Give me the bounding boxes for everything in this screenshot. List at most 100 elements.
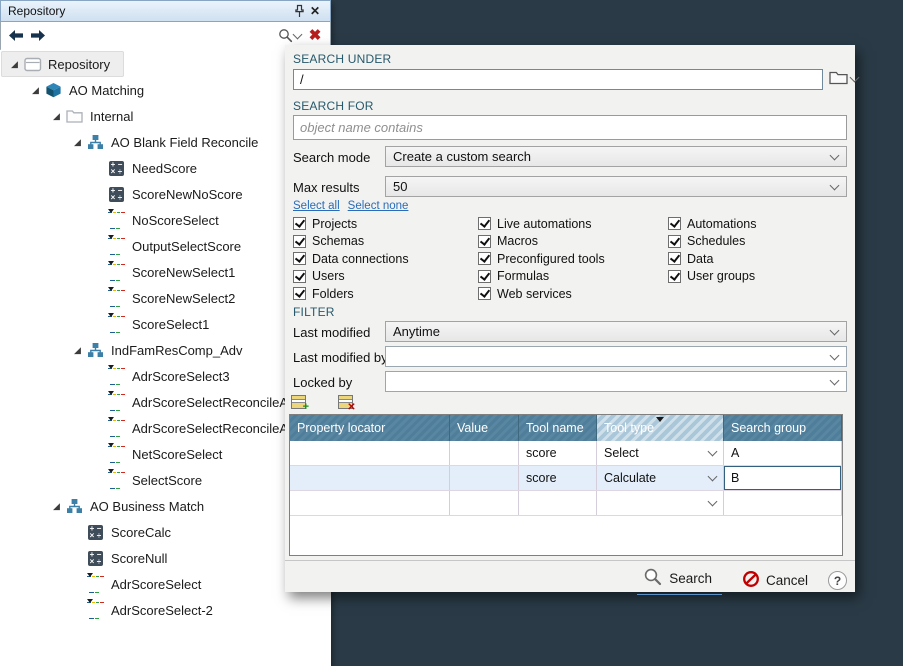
expander-icon[interactable]: ◢ [28, 85, 43, 96]
checkbox-user-groups[interactable]: User groups [668, 268, 756, 286]
expander-icon[interactable]: ◢ [49, 111, 64, 122]
search-for-input[interactable] [293, 115, 847, 140]
tree-item-selectscore[interactable]: SelectScore [1, 467, 216, 493]
checked-checkbox-icon[interactable] [478, 287, 491, 300]
checkbox-schedules[interactable]: Schedules [668, 233, 756, 251]
tree-item-indfamrescomp-adv[interactable]: ◢IndFamResComp_Adv [1, 337, 257, 363]
select-none-link[interactable]: Select none [348, 200, 409, 212]
tree-item-adrscoreselect[interactable]: AdrScoreSelect [1, 571, 215, 597]
checked-checkbox-icon[interactable] [668, 217, 681, 230]
tree-item-internal[interactable]: ◢Internal [1, 103, 147, 129]
tree-item-adrscoreselect3[interactable]: AdrScoreSelect3 [1, 363, 244, 389]
tree-item-needscore[interactable]: +−×÷NeedScore [1, 155, 211, 181]
tree-item-scorenull[interactable]: +−×÷ScoreNull [1, 545, 181, 571]
add-row-icon[interactable]: + [291, 395, 306, 409]
locked-by-select[interactable] [385, 371, 847, 392]
last-modified-by-select[interactable] [385, 346, 847, 367]
checkbox-live-automations[interactable]: Live automations [478, 215, 605, 233]
select-all-link[interactable]: Select all [293, 200, 340, 212]
last-modified-select[interactable]: Anytime [385, 321, 847, 342]
column-header-value[interactable]: Value [450, 415, 519, 441]
cell-tool-type[interactable]: Calculate [597, 466, 724, 490]
cell-property-locator[interactable] [290, 466, 450, 490]
checked-checkbox-icon[interactable] [478, 270, 491, 283]
checkbox-formulas[interactable]: Formulas [478, 268, 605, 286]
checkbox-macros[interactable]: Macros [478, 233, 605, 251]
tree-item-adrscoreselectreconcileapt[interactable]: AdrScoreSelectReconcileApt [1, 389, 313, 415]
cell-value[interactable] [450, 466, 519, 490]
table-row[interactable] [290, 491, 842, 516]
tree-item-scorenewselect1[interactable]: ScoreNewSelect1 [1, 259, 249, 285]
tree-item-adrscoreselectreconcileapt2[interactable]: AdrScoreSelectReconcileApt2 [1, 415, 320, 441]
search-under-input[interactable] [293, 69, 823, 90]
cell-tool-type[interactable]: Select [597, 441, 724, 465]
cell-value[interactable] [450, 491, 519, 515]
column-header-search-group[interactable]: Search group [724, 415, 842, 441]
checked-checkbox-icon[interactable] [478, 252, 491, 265]
checked-checkbox-icon[interactable] [668, 235, 681, 248]
expander-icon[interactable]: ◢ [70, 345, 85, 356]
browse-folder-button[interactable] [829, 70, 858, 88]
checkbox-users[interactable]: Users [293, 268, 409, 286]
checked-checkbox-icon[interactable] [293, 252, 306, 265]
cancel-button[interactable]: Cancel [742, 570, 808, 591]
cell-search-group[interactable]: A [724, 441, 842, 465]
checkbox-preconfigured-tools[interactable]: Preconfigured tools [478, 250, 605, 268]
pin-icon[interactable] [291, 3, 307, 19]
checked-checkbox-icon[interactable] [293, 270, 306, 283]
checkbox-automations[interactable]: Automations [668, 215, 756, 233]
delete-row-icon[interactable]: ✕ [338, 395, 353, 409]
checked-checkbox-icon[interactable] [478, 217, 491, 230]
column-header-property-locator[interactable]: Property locator [290, 415, 450, 441]
checkbox-data-connections[interactable]: Data connections [293, 250, 409, 268]
max-results-select[interactable]: 50 [385, 176, 847, 197]
tree-item-ao-matching[interactable]: ◢AO Matching [1, 77, 158, 103]
expander-icon[interactable]: ◢ [49, 501, 64, 512]
search-button[interactable]: Search [637, 566, 722, 595]
search-dropdown-icon[interactable] [277, 28, 301, 44]
table-row[interactable]: scoreCalculateB [290, 466, 842, 491]
checked-checkbox-icon[interactable] [668, 270, 681, 283]
forward-arrow-icon[interactable] [30, 28, 46, 44]
cell-tool-name[interactable]: score [519, 466, 597, 490]
checkbox-folders[interactable]: Folders [293, 285, 409, 303]
checkbox-schemas[interactable]: Schemas [293, 233, 409, 251]
checked-checkbox-icon[interactable] [293, 217, 306, 230]
tree-item-outputselectscore[interactable]: OutputSelectScore [1, 233, 255, 259]
tree-item-scorenewnoscore[interactable]: +−×÷ScoreNewNoScore [1, 181, 257, 207]
cell-tool-type[interactable] [597, 491, 724, 515]
table-row[interactable]: scoreSelectA [290, 441, 842, 466]
close-icon[interactable]: ✕ [307, 3, 323, 19]
tree-item-ao-blank-field-reconcile[interactable]: ◢AO Blank Field Reconcile [1, 129, 272, 155]
tree-item-scorecalc[interactable]: +−×÷ScoreCalc [1, 519, 185, 545]
checked-checkbox-icon[interactable] [478, 235, 491, 248]
cell-tool-name[interactable] [519, 491, 597, 515]
cell-property-locator[interactable] [290, 491, 450, 515]
checkbox-projects[interactable]: Projects [293, 215, 409, 233]
expander-icon[interactable]: ◢ [7, 59, 22, 70]
search-mode-select[interactable]: Create a custom search [385, 146, 847, 167]
checked-checkbox-icon[interactable] [668, 252, 681, 265]
column-header-tool-name[interactable]: Tool name [519, 415, 597, 441]
checked-checkbox-icon[interactable] [293, 235, 306, 248]
column-header-tool-type[interactable]: Tool type [597, 415, 724, 441]
cell-property-locator[interactable] [290, 441, 450, 465]
checkbox-web-services[interactable]: Web services [478, 285, 605, 303]
tree-item-noscoreselect[interactable]: NoScoreSelect [1, 207, 233, 233]
cell-search-group[interactable]: B [724, 466, 842, 490]
tree-item-repository[interactable]: ◢Repository [1, 51, 124, 77]
cell-value[interactable] [450, 441, 519, 465]
help-button[interactable]: ? [828, 571, 847, 590]
checked-checkbox-icon[interactable] [293, 287, 306, 300]
tree-item-netscoreselect[interactable]: NetScoreSelect [1, 441, 236, 467]
cell-search-group[interactable] [724, 491, 842, 515]
tree-item-adrscoreselect-2[interactable]: AdrScoreSelect-2 [1, 597, 227, 623]
back-arrow-icon[interactable] [8, 28, 24, 44]
tree-item-scoreselect1[interactable]: ScoreSelect1 [1, 311, 223, 337]
tree-item-ao-business-match[interactable]: ◢AO Business Match [1, 493, 218, 519]
cell-tool-name[interactable]: score [519, 441, 597, 465]
expander-icon[interactable]: ◢ [70, 137, 85, 148]
clear-search-icon[interactable]: ✖ [307, 28, 323, 44]
checkbox-data[interactable]: Data [668, 250, 756, 268]
tree-item-scorenewselect2[interactable]: ScoreNewSelect2 [1, 285, 249, 311]
